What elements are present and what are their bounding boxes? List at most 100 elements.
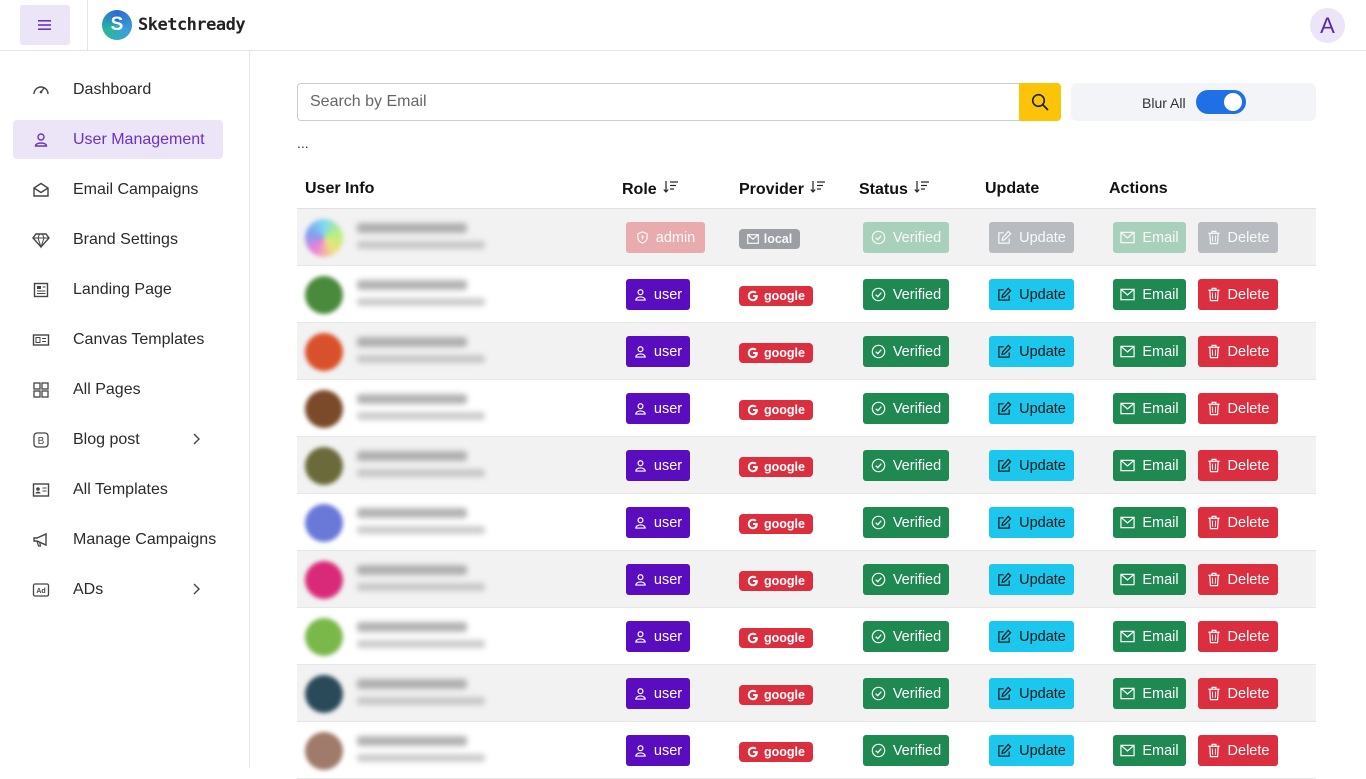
status-badge: Verified	[863, 564, 949, 595]
update-button[interactable]: Update	[989, 621, 1074, 652]
update-button-label: Update	[1019, 230, 1066, 246]
delete-button-label: Delete	[1228, 401, 1270, 417]
update-button[interactable]: Update	[989, 564, 1074, 595]
sidebar-item-dashboard[interactable]: Dashboard	[13, 70, 223, 109]
user-email-blurred	[357, 697, 485, 705]
sidebar-item-email-campaigns[interactable]: Email Campaigns	[13, 170, 223, 209]
delete-button[interactable]: Delete	[1198, 564, 1278, 595]
status-badge-label: Verified	[893, 230, 941, 246]
status-badge: Verified	[863, 393, 949, 424]
delete-button[interactable]: Delete	[1198, 735, 1278, 766]
delete-button[interactable]: Delete	[1198, 336, 1278, 367]
delete-button[interactable]: Delete	[1198, 678, 1278, 709]
top-bar: S Sketchready A	[0, 0, 1366, 51]
status-badge-label: Verified	[893, 629, 941, 645]
email-button[interactable]: Email	[1113, 279, 1186, 310]
email-button[interactable]: Email	[1113, 621, 1186, 652]
blur-all-toggle[interactable]	[1196, 90, 1246, 114]
header-provider[interactable]: Provider	[739, 180, 826, 199]
header-role[interactable]: Role	[622, 180, 679, 199]
ellipsis-text: ...	[297, 135, 309, 151]
user-name-blurred	[357, 679, 467, 689]
provider-badge: google	[739, 343, 813, 363]
update-button-label: Update	[1019, 743, 1066, 759]
sidebar-item-canvas-templates[interactable]: Canvas Templates	[13, 320, 223, 359]
provider-badge: google	[739, 742, 813, 762]
sidebar-item-blog-post[interactable]: BBlog post	[13, 420, 223, 459]
provider-badge: google	[739, 685, 813, 705]
user-avatar[interactable]: A	[1310, 8, 1345, 43]
header-update: Update	[985, 180, 1039, 198]
delete-button[interactable]: Delete	[1198, 279, 1278, 310]
search-bar	[297, 83, 1061, 121]
update-button[interactable]: Update	[989, 507, 1074, 538]
email-button-label: Email	[1142, 287, 1178, 303]
update-button[interactable]: Update	[989, 336, 1074, 367]
provider-badge-label: google	[764, 574, 805, 588]
user-avatar	[305, 561, 343, 599]
sidebar-item-label: Blog post	[73, 431, 140, 449]
search-button[interactable]	[1019, 83, 1061, 121]
provider-badge-label: google	[764, 403, 805, 417]
sort-icon[interactable]	[810, 180, 826, 199]
provider-badge: google	[739, 571, 813, 591]
email-button[interactable]: Email	[1113, 678, 1186, 709]
hamburger-menu-button[interactable]	[20, 5, 70, 45]
delete-button-label: Delete	[1228, 572, 1270, 588]
chevron-right-icon	[189, 582, 203, 601]
sidebar-item-label: Brand Settings	[73, 231, 178, 249]
table-row: usergoogleVerifiedUpdateEmailDelete	[297, 722, 1316, 779]
update-button[interactable]: Update	[989, 678, 1074, 709]
role-badge: user	[626, 507, 690, 538]
user-name-blurred	[357, 451, 467, 461]
sidebar-item-user-management[interactable]: User Management	[13, 120, 223, 159]
email-button[interactable]: Email	[1113, 564, 1186, 595]
update-button[interactable]: Update	[989, 450, 1074, 481]
divider	[87, 0, 88, 51]
header-actions: Actions	[1109, 180, 1168, 198]
update-button-label: Update	[1019, 629, 1066, 645]
sort-icon[interactable]	[663, 180, 679, 199]
ad-icon: Ad	[32, 581, 50, 599]
sidebar-item-all-templates[interactable]: All Templates	[13, 470, 223, 509]
email-button-label: Email	[1142, 515, 1178, 531]
delete-button[interactable]: Delete	[1198, 507, 1278, 538]
brand-logo[interactable]: S Sketchready	[102, 10, 245, 40]
delete-button[interactable]: Delete	[1198, 393, 1278, 424]
table-row: usergoogleVerifiedUpdateEmailDelete	[297, 608, 1316, 665]
provider-badge: google	[739, 286, 813, 306]
sort-icon[interactable]	[914, 180, 930, 199]
status-badge: Verified	[863, 735, 949, 766]
update-button[interactable]: Update	[989, 222, 1074, 253]
update-button-label: Update	[1019, 572, 1066, 588]
email-button[interactable]: Email	[1113, 336, 1186, 367]
status-badge: Verified	[863, 678, 949, 709]
sidebar-item-manage-campaigns[interactable]: Manage Campaigns	[13, 520, 223, 559]
delete-button[interactable]: Delete	[1198, 222, 1278, 253]
update-button[interactable]: Update	[989, 393, 1074, 424]
header-status[interactable]: Status	[859, 180, 930, 199]
update-button[interactable]: Update	[989, 279, 1074, 310]
user-name-blurred	[357, 223, 467, 233]
provider-badge: google	[739, 514, 813, 534]
email-button[interactable]: Email	[1113, 222, 1186, 253]
table-row: usergoogleVerifiedUpdateEmailDelete	[297, 551, 1316, 608]
status-badge-label: Verified	[893, 287, 941, 303]
delete-button-label: Delete	[1228, 344, 1270, 360]
user-email-blurred	[357, 469, 485, 477]
sidebar-item-brand-settings[interactable]: Brand Settings	[13, 220, 223, 259]
table-row: usergoogleVerifiedUpdateEmailDelete	[297, 665, 1316, 722]
delete-button[interactable]: Delete	[1198, 621, 1278, 652]
email-button[interactable]: Email	[1113, 507, 1186, 538]
sidebar-item-ads[interactable]: AdADs	[13, 570, 223, 609]
email-button[interactable]: Email	[1113, 735, 1186, 766]
search-input[interactable]	[297, 83, 1020, 121]
sidebar-item-all-pages[interactable]: All Pages	[13, 370, 223, 409]
user-name-blurred	[357, 280, 467, 290]
email-button[interactable]: Email	[1113, 393, 1186, 424]
email-button[interactable]: Email	[1113, 450, 1186, 481]
user-name-blurred	[357, 394, 467, 404]
sidebar-item-landing-page[interactable]: Landing Page	[13, 270, 223, 309]
update-button[interactable]: Update	[989, 735, 1074, 766]
delete-button[interactable]: Delete	[1198, 450, 1278, 481]
